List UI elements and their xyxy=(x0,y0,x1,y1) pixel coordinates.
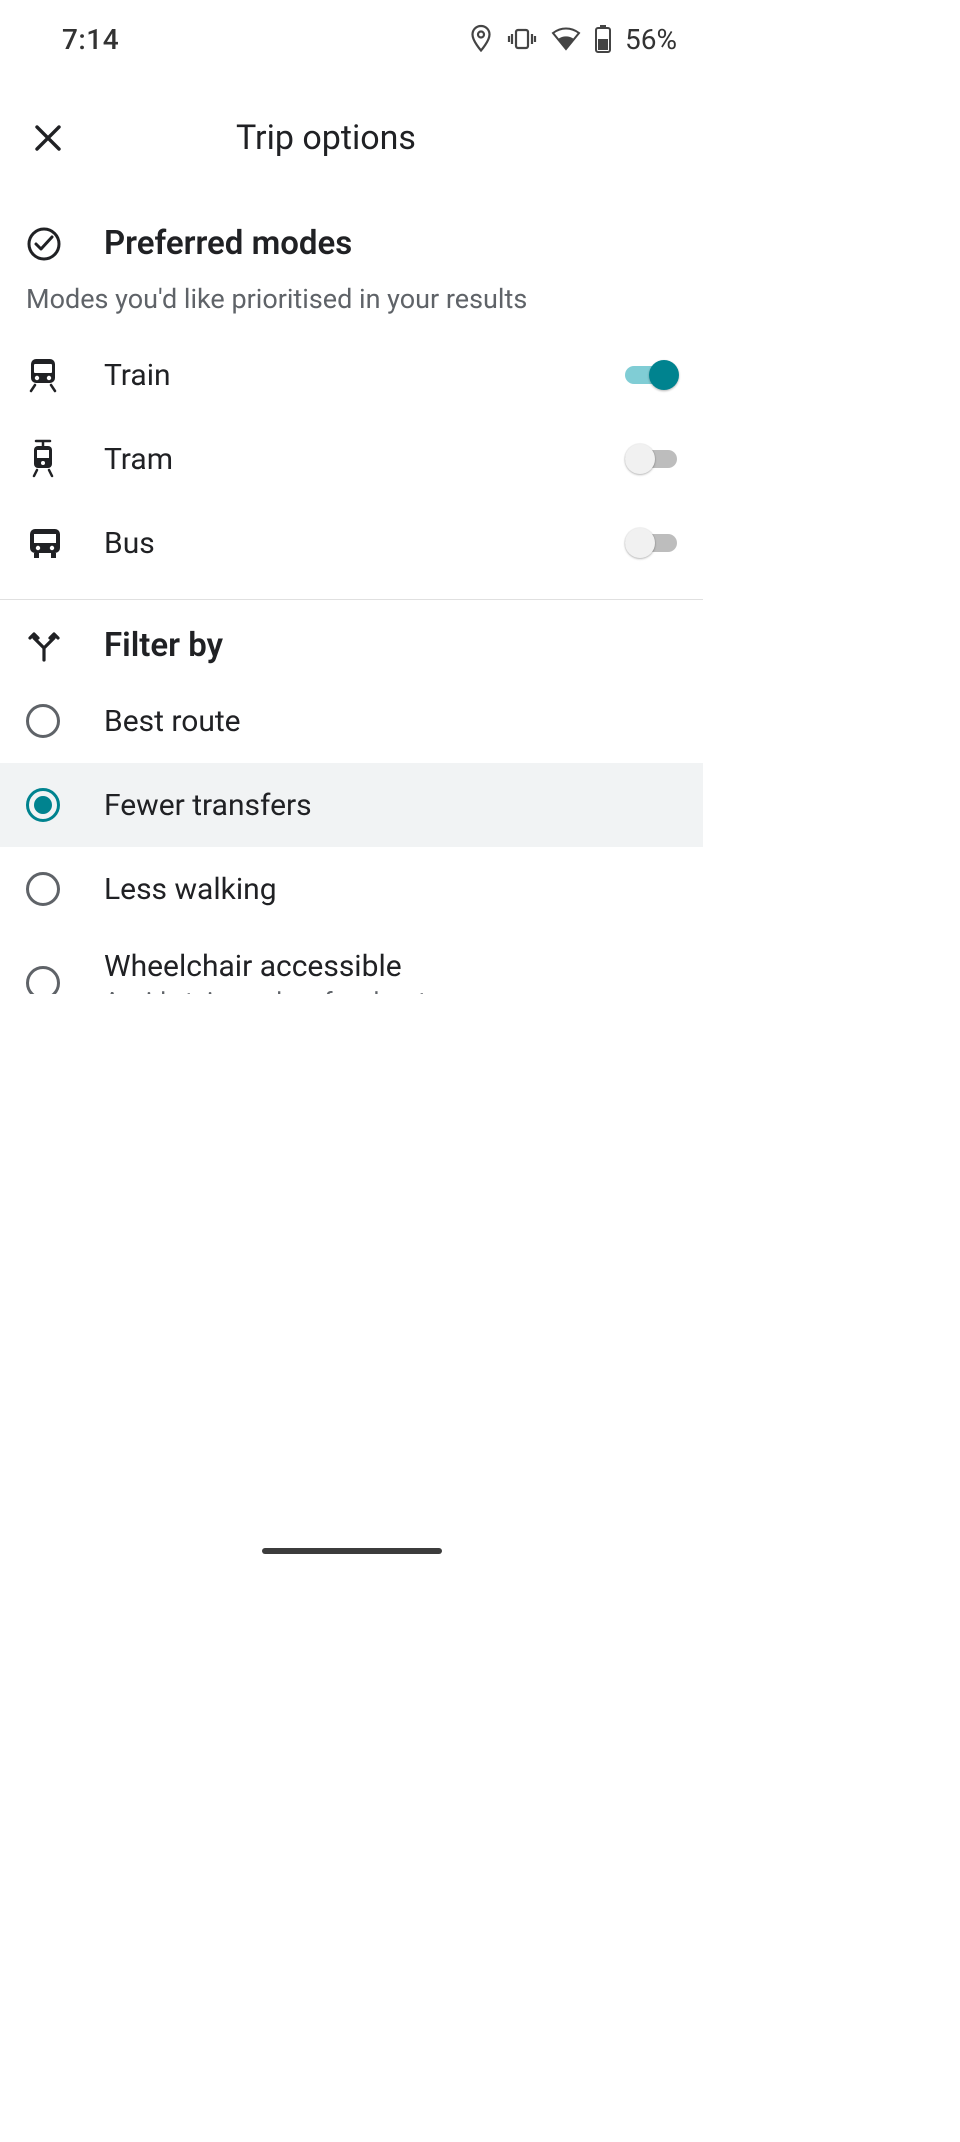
mode-label: Bus xyxy=(104,526,625,561)
filter-label: Wheelchair accessible xyxy=(104,949,677,984)
mode-row-bus[interactable]: Bus xyxy=(0,501,703,585)
radio-checked-icon xyxy=(26,788,60,822)
filter-label: Less walking xyxy=(104,872,677,907)
radio-unchecked-icon xyxy=(26,872,60,906)
mode-label: Tram xyxy=(104,442,625,477)
toggle-tram[interactable] xyxy=(625,444,677,474)
vibrate-icon xyxy=(507,27,537,51)
status-time: 7:14 xyxy=(62,23,119,56)
mode-row-tram[interactable]: Tram xyxy=(0,417,703,501)
tram-icon xyxy=(26,439,74,479)
train-icon xyxy=(26,357,74,393)
section-title: Preferred modes xyxy=(104,224,352,263)
mode-row-train[interactable]: Train xyxy=(0,333,703,417)
filter-option-best-route[interactable]: Best route xyxy=(0,679,703,763)
toggle-train[interactable] xyxy=(625,360,677,390)
filter-option-less-walking[interactable]: Less walking xyxy=(0,847,703,931)
location-icon xyxy=(469,24,493,54)
toggle-bus[interactable] xyxy=(625,528,677,558)
filter-label: Best route xyxy=(104,704,677,739)
filter-label: Fewer transfers xyxy=(104,788,677,823)
status-battery-pct: 56% xyxy=(625,23,677,56)
wifi-icon xyxy=(551,27,581,51)
page-header: Trip options xyxy=(0,78,703,198)
section-filter-by: Filter by Best route Fewer transfers Les… xyxy=(0,600,703,1050)
radio-unchecked-icon xyxy=(26,704,60,738)
section-preferred-modes: Preferred modes Modes you'd like priorit… xyxy=(0,198,703,600)
battery-icon xyxy=(595,25,611,53)
mode-label: Train xyxy=(104,358,625,393)
section-subtitle: Modes you'd like prioritised in your res… xyxy=(0,277,703,333)
bus-icon xyxy=(26,526,74,560)
close-icon xyxy=(31,121,65,155)
section-title: Filter by xyxy=(104,626,223,665)
status-bar: 7:14 56% xyxy=(0,0,703,78)
close-button[interactable] xyxy=(24,114,72,162)
filter-option-fewer-transfers[interactable]: Fewer transfers xyxy=(0,763,703,847)
split-arrows-icon xyxy=(26,628,74,664)
home-indicator xyxy=(262,1548,442,1554)
check-circle-icon xyxy=(26,226,74,262)
page-title: Trip options xyxy=(236,118,416,158)
